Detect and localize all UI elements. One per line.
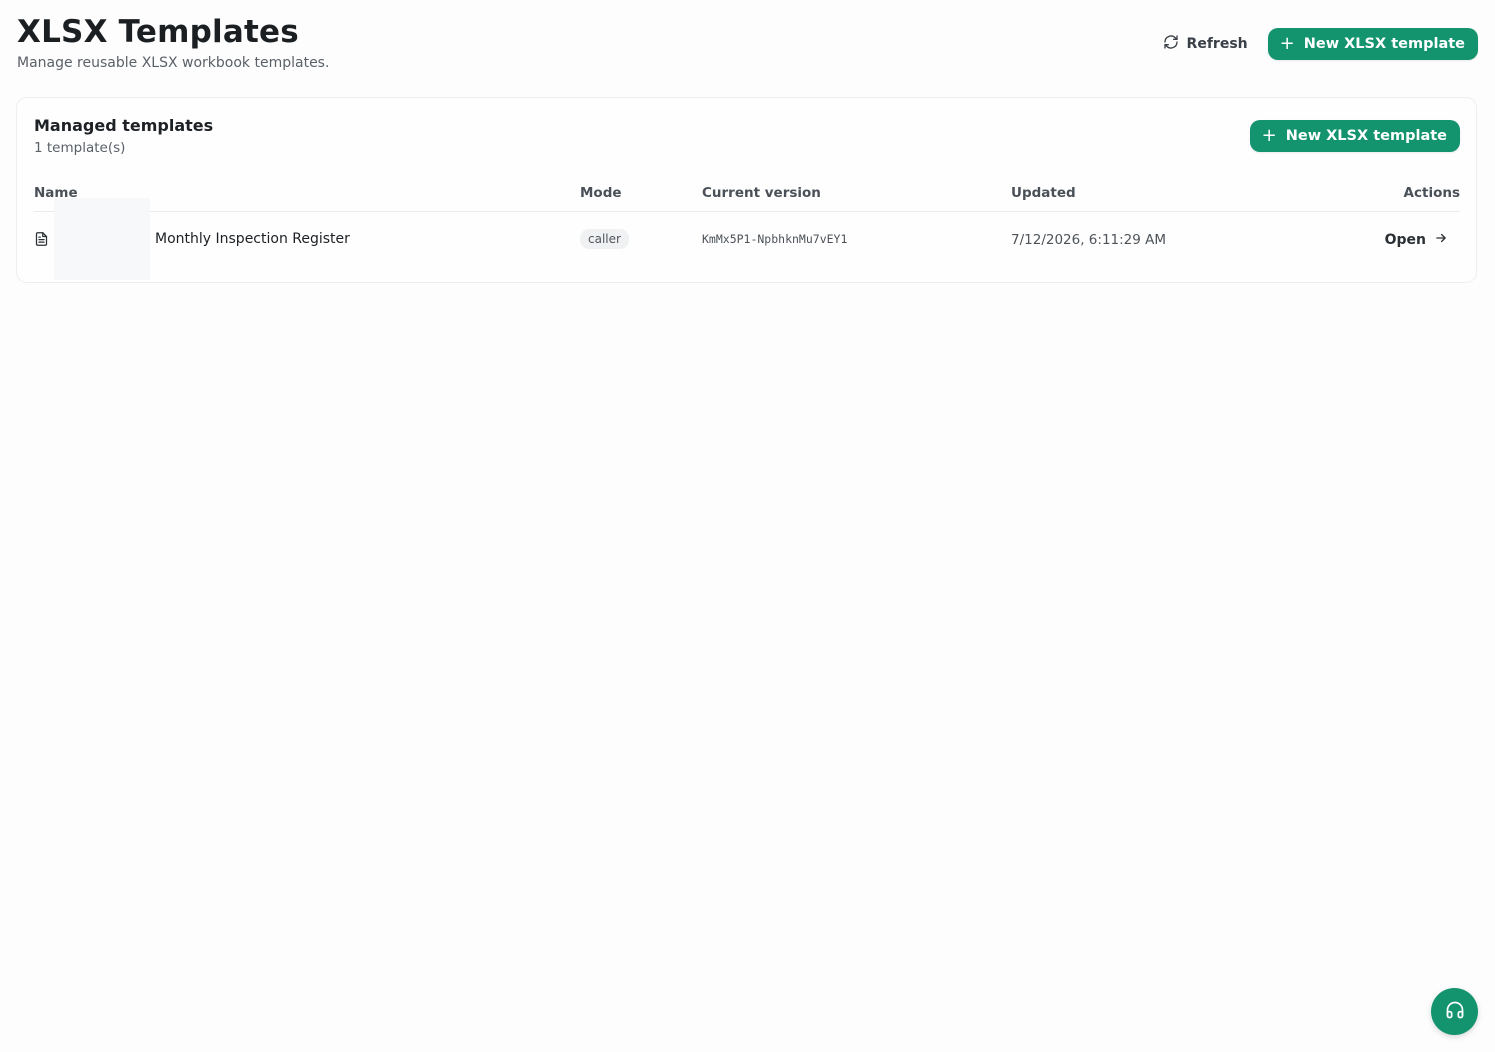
arrow-right-icon [1434, 231, 1448, 249]
new-template-button[interactable]: + New XLSX template [1267, 28, 1478, 60]
support-button[interactable] [1431, 988, 1478, 1035]
refresh-label: Refresh [1186, 36, 1248, 52]
column-header-updated: Updated [1011, 185, 1076, 201]
open-button[interactable]: Open [1385, 231, 1448, 249]
template-name[interactable]: Monthly Inspection Register [155, 231, 350, 247]
refresh-icon [1163, 34, 1179, 54]
templates-card: Managed templates 1 template(s) + New XL… [16, 97, 1477, 283]
mode-badge: caller [580, 229, 629, 249]
template-thumbnail [54, 198, 150, 280]
page-title: XLSX Templates [17, 14, 299, 50]
column-header-actions: Actions [1403, 185, 1460, 201]
headphones-icon [1445, 1000, 1465, 1024]
plus-icon: + [1261, 125, 1277, 146]
table-row[interactable]: Monthly Inspection Register caller KmMx5… [34, 198, 1460, 280]
column-header-version: Current version [702, 185, 821, 201]
page-header: XLSX Templates Manage reusable XLSX work… [17, 14, 1478, 74]
header-actions: Refresh + New XLSX template [1151, 28, 1478, 60]
updated-timestamp: 7/12/2026, 6:11:29 AM [1011, 232, 1167, 248]
template-count: 1 template(s) [34, 140, 126, 156]
column-header-mode: Mode [580, 185, 622, 201]
refresh-button[interactable]: Refresh [1151, 28, 1260, 60]
version-id: KmMx5P1-NpbhknMu7vEY1 [702, 232, 848, 246]
open-label: Open [1384, 232, 1426, 248]
card-new-template-button[interactable]: + New XLSX template [1249, 120, 1460, 152]
card-new-template-label: New XLSX template [1285, 128, 1447, 144]
card-title: Managed templates [34, 116, 214, 135]
plus-icon: + [1279, 33, 1295, 54]
new-template-label: New XLSX template [1303, 36, 1465, 52]
file-text-icon [34, 231, 49, 251]
page-subtitle: Manage reusable XLSX workbook templates. [17, 55, 330, 71]
table-header: Name Mode Current version Updated Action… [34, 184, 1460, 212]
